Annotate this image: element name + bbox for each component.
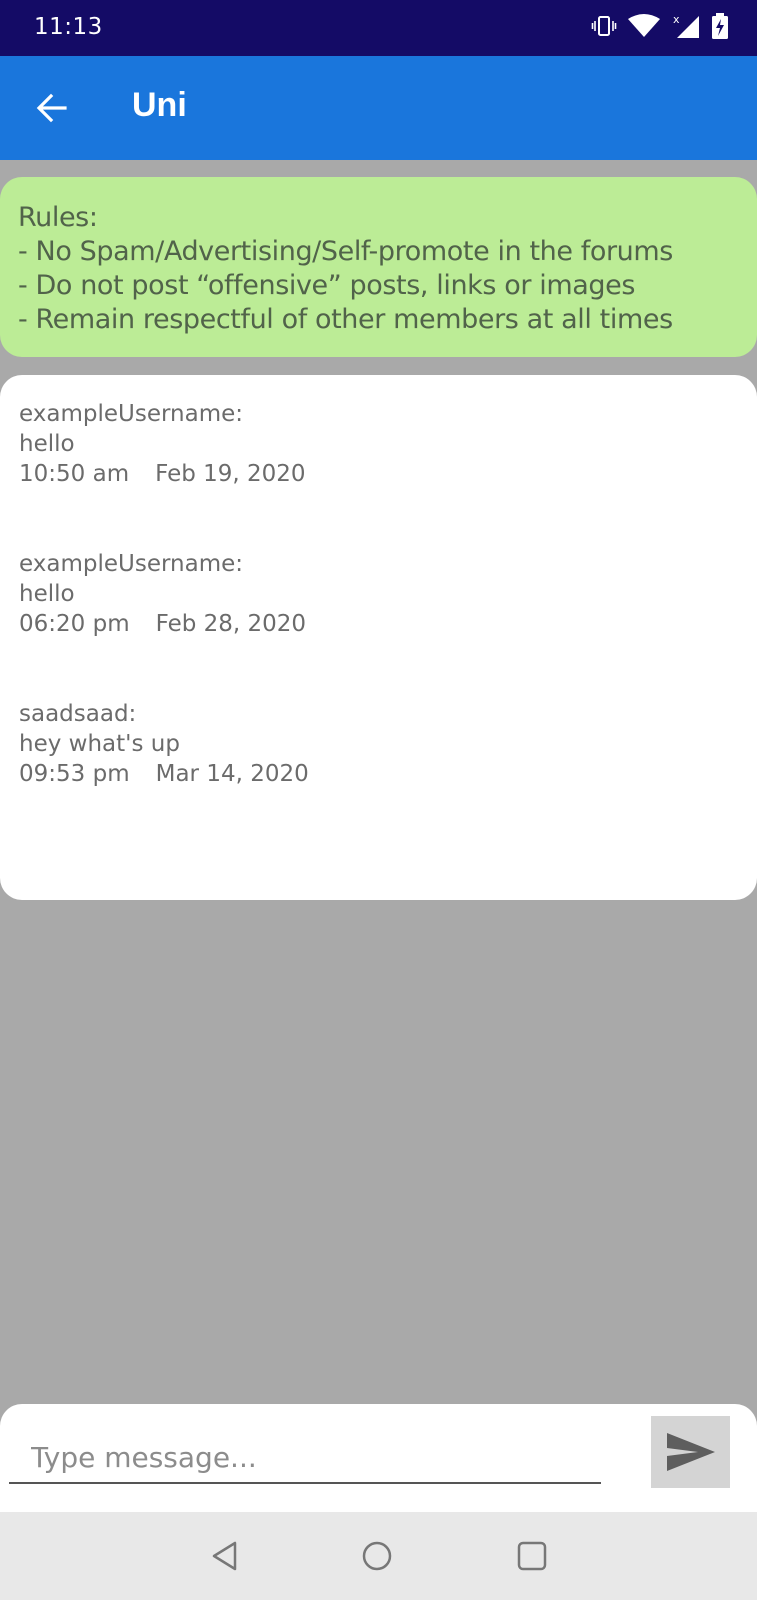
message-text: hey what's up: [19, 731, 180, 757]
back-button[interactable]: [26, 82, 78, 134]
message-timestamp: 06:20 pm Feb 28, 2020: [19, 609, 757, 639]
message-text: hello: [19, 581, 75, 607]
message-date: Mar 14, 2020: [155, 761, 309, 787]
send-button[interactable]: [651, 1416, 730, 1488]
message-author: exampleUsername:: [19, 551, 243, 577]
message-date: Feb 19, 2020: [155, 461, 306, 487]
back-nav-icon: [212, 1541, 237, 1571]
message-item: exampleUsername: hello 06:20 pm Feb 28, 2…: [0, 549, 757, 699]
recents-nav-icon: [517, 1541, 547, 1571]
arrow-left-icon: [36, 93, 67, 123]
battery-charging-icon: [711, 12, 729, 44]
status-bar: 11:13 x: [0, 0, 757, 56]
home-nav-icon: [362, 1541, 392, 1571]
message-time: 10:50 am: [19, 461, 130, 487]
system-nav-bar: [0, 1512, 757, 1600]
rule-item: - Do not post “offensive” posts, links o…: [18, 270, 636, 301]
message-author: exampleUsername:: [19, 401, 243, 427]
wifi-icon: [627, 13, 661, 43]
message-time: 06:20 pm: [19, 611, 130, 637]
send-icon: [666, 1433, 715, 1471]
svg-text:x: x: [673, 13, 680, 26]
nav-back-button[interactable]: [203, 1534, 247, 1578]
message-input[interactable]: [9, 1432, 601, 1484]
rule-item: - Remain respectful of other members at …: [18, 304, 673, 335]
status-icons: x: [591, 12, 729, 44]
vibrate-icon: [591, 13, 617, 43]
messages-list[interactable]: exampleUsername: hello 10:50 am Feb 19, 2…: [0, 375, 757, 900]
app-bar: Uni: [0, 56, 757, 160]
message-composer: [0, 1404, 757, 1512]
message-item: exampleUsername: hello 10:50 am Feb 19, 2…: [0, 399, 757, 549]
rules-card: Rules: - No Spam/Advertising/Self-promot…: [0, 177, 757, 357]
nav-recents-button[interactable]: [510, 1534, 554, 1578]
rule-item: - No Spam/Advertising/Self-promote in th…: [18, 236, 673, 267]
message-timestamp: 09:53 pm Mar 14, 2020: [19, 759, 757, 789]
message-date: Feb 28, 2020: [155, 611, 307, 637]
signal-icon: x: [671, 12, 701, 44]
message-author: saadsaad:: [19, 701, 137, 727]
message-time: 09:53 pm: [19, 761, 130, 787]
message-item: saadsaad: hey what's up 09:53 pm Mar 14, …: [0, 699, 757, 849]
status-time: 11:13: [34, 14, 103, 40]
nav-home-button[interactable]: [355, 1534, 399, 1578]
rules-heading: Rules:: [18, 202, 98, 233]
message-timestamp: 10:50 am Feb 19, 2020: [19, 459, 757, 489]
page-title: Uni: [132, 86, 187, 124]
message-text: hello: [19, 431, 75, 457]
